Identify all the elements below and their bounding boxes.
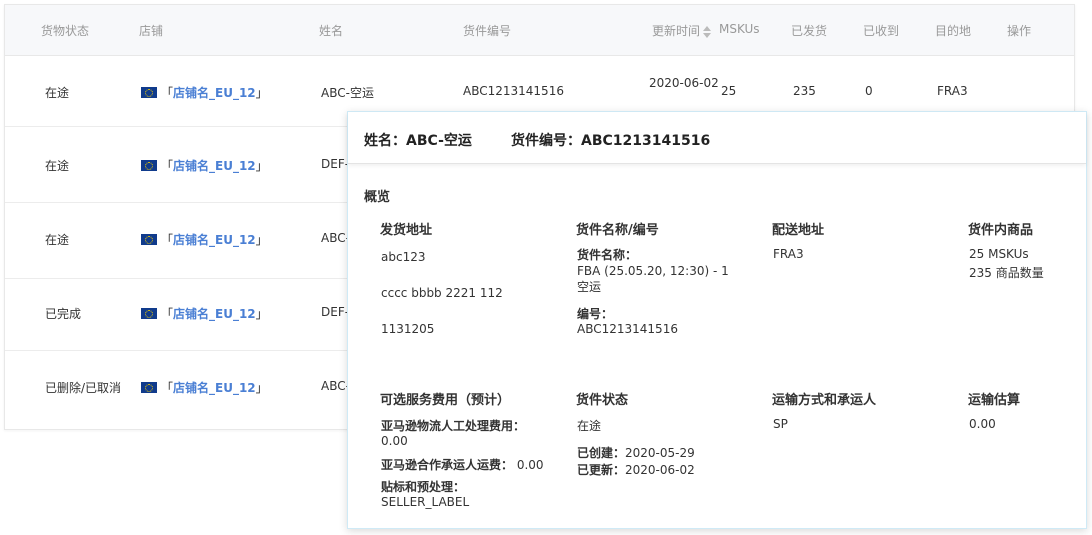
header-name[interactable]: 姓名 bbox=[319, 22, 343, 39]
header-status[interactable]: 货物状态 bbox=[41, 22, 89, 39]
updated-cell: 2020-06-02 bbox=[649, 76, 719, 90]
name-cell: DEF- bbox=[321, 305, 350, 319]
eu-flag-icon bbox=[141, 234, 157, 245]
ship-from-line2: cccc bbbb 2221 112 bbox=[381, 286, 503, 300]
shipped-cell: 235 bbox=[793, 84, 816, 98]
shipment-id-cell[interactable]: ABC1213141516 bbox=[463, 84, 564, 98]
store-link[interactable]: 「店铺名_EU_12」 bbox=[141, 231, 268, 248]
shipment-number-value: ABC1213141516 bbox=[577, 322, 678, 336]
shipment-detail-popup: 姓名：ABC-空运 货件编号：ABC1213141516 概览 发货地址 abc… bbox=[347, 111, 1087, 529]
popup-shipment-id: 货件编号：ABC1213141516 bbox=[511, 133, 711, 149]
header-shipment-id[interactable]: 货件编号 bbox=[463, 22, 511, 39]
name-cell: DEF- bbox=[321, 157, 350, 171]
header-updated-label: 更新时间 bbox=[652, 24, 701, 38]
name-cell: ABC- bbox=[321, 231, 350, 245]
name-cell: ABC- bbox=[321, 379, 350, 393]
label-prep-label: 贴标和预处理： bbox=[381, 480, 466, 494]
status-cell: 已删除/已取消 bbox=[45, 381, 122, 395]
store-link[interactable]: 「店铺名_EU_12」 bbox=[141, 84, 268, 101]
store-link[interactable]: 「店铺名_EU_12」 bbox=[141, 305, 268, 322]
shipping-method-value: SP bbox=[773, 417, 788, 431]
eu-flag-icon bbox=[141, 308, 157, 319]
updated-date: 已更新：2020-06-02 bbox=[577, 463, 695, 477]
overview-title: 概览 bbox=[364, 190, 391, 205]
name-cell: ABC-空运 bbox=[321, 86, 374, 100]
status-cell: 在途 bbox=[45, 86, 70, 100]
table-header: 货物状态 店铺 姓名 货件编号 更新时间 MSKUs 已发货 已收到 目的地 操… bbox=[5, 5, 1074, 56]
status-cell: 在途 bbox=[45, 233, 70, 247]
contents-mskus: 25 MSKUs bbox=[969, 247, 1029, 261]
header-shipped[interactable]: 已发货 bbox=[791, 22, 827, 39]
label-prep-value: SELLER_LABEL bbox=[381, 495, 470, 509]
shipment-number-label: 编号： bbox=[577, 307, 614, 321]
header-received[interactable]: 已收到 bbox=[863, 22, 899, 39]
ship-from-title: 发货地址 bbox=[380, 223, 433, 238]
shipment-name-label: 货件名称： bbox=[577, 248, 638, 262]
popup-header: 姓名：ABC-空运 货件编号：ABC1213141516 bbox=[348, 112, 1086, 164]
shipment-status-value: 在途 bbox=[577, 419, 602, 433]
popup-name: 姓名：ABC-空运 bbox=[364, 133, 472, 149]
eu-flag-icon bbox=[141, 160, 157, 171]
header-updated[interactable]: 更新时间 bbox=[652, 22, 712, 39]
status-cell: 在途 bbox=[45, 159, 70, 173]
header-actions: 操作 bbox=[1007, 24, 1032, 38]
ship-to-value: FRA3 bbox=[773, 247, 804, 261]
shipment-name-title: 货件名称/编号 bbox=[576, 223, 659, 238]
estimate-value: 0.00 bbox=[969, 417, 996, 431]
received-cell: 0 bbox=[865, 84, 873, 98]
ship-to-title: 配送地址 bbox=[772, 223, 825, 238]
labor-fee-label: 亚马逊物流人工处理费用： bbox=[381, 419, 526, 433]
status-cell: 已完成 bbox=[45, 307, 82, 321]
contents-title: 货件内商品 bbox=[968, 223, 1034, 238]
header-mskus[interactable]: MSKUs bbox=[719, 22, 760, 36]
services-title: 可选服务费用（预计） bbox=[380, 393, 511, 408]
ship-from-line1: abc123 bbox=[381, 250, 426, 264]
sort-icon[interactable] bbox=[703, 25, 712, 38]
eu-flag-icon bbox=[141, 87, 157, 98]
shipment-status-title: 货件状态 bbox=[576, 393, 629, 408]
eu-flag-icon bbox=[141, 382, 157, 393]
store-link[interactable]: 「店铺名_EU_12」 bbox=[141, 157, 268, 174]
store-link[interactable]: 「店铺名_EU_12」 bbox=[141, 379, 268, 396]
labor-fee-value: 0.00 bbox=[381, 434, 408, 448]
estimate-title: 运输估算 bbox=[968, 393, 1021, 408]
header-destination[interactable]: 目的地 bbox=[935, 22, 971, 39]
carrier-fee: 亚马逊合作承运人运费： 0.00 bbox=[381, 458, 544, 472]
ship-from-line3: 1131205 bbox=[381, 322, 435, 336]
destination-cell: FRA3 bbox=[937, 84, 968, 98]
created-date: 已创建：2020-05-29 bbox=[577, 446, 695, 460]
header-store[interactable]: 店铺 bbox=[139, 22, 163, 39]
contents-qty: 235 商品数量 bbox=[969, 266, 1044, 280]
shipping-method-title: 运输方式和承运人 bbox=[772, 393, 877, 408]
shipment-name-value: FBA (25.05.20, 12:30) - 1 空运 bbox=[577, 264, 729, 294]
mskus-cell: 25 bbox=[721, 84, 737, 98]
